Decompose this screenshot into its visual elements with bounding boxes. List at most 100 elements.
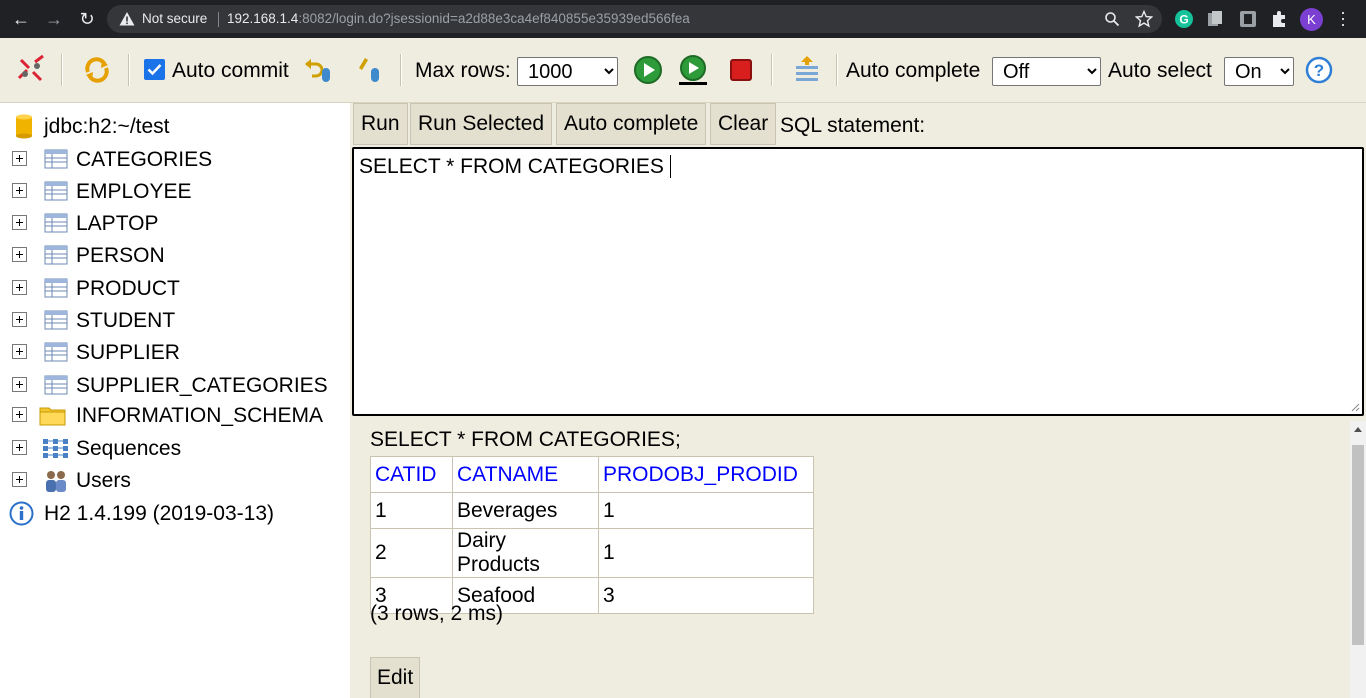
auto-commit-label: Auto commit [172,59,289,82]
users-icon [46,471,66,492]
info-icon [9,501,34,526]
table-icon [44,375,68,395]
expand-icon[interactable] [12,215,27,230]
text-cursor: ​ [669,155,671,178]
column-header[interactable]: PRODOBJ_PRODID [598,456,814,493]
tree-sequences[interactable]: Sequences [0,433,350,463]
h2-toolbar: Auto commit Max rows: 1000 Auto complete… [0,38,1366,103]
table-cell: 2 [370,528,453,578]
bookmark-star-icon[interactable] [1135,10,1153,28]
version-label: H2 1.4.199 (2019-03-13) [44,502,274,525]
refresh-icon[interactable] [81,54,113,86]
tree-table-employee[interactable]: EMPLOYEE [0,176,350,206]
expand-icon[interactable] [12,247,27,262]
grammarly-icon[interactable]: G [1174,9,1194,29]
result-scrollbar[interactable] [1350,421,1366,698]
stop-icon[interactable] [725,54,757,86]
tree-information-schema[interactable]: INFORMATION_SCHEMA [0,400,350,430]
auto-complete-select[interactable]: Off [992,57,1101,86]
auto-complete-button[interactable]: Auto complete [556,103,707,145]
column-header[interactable]: CATID [370,456,453,493]
commit-icon[interactable] [355,54,387,86]
back-icon[interactable]: ← [10,8,32,30]
table-icon [44,213,68,233]
tree-users[interactable]: Users [0,465,350,495]
folder-icon [39,407,66,426]
tree-table-supplier[interactable]: SUPPLIER [0,337,350,367]
expand-icon[interactable] [12,407,27,422]
auto-select-select[interactable]: On [1224,57,1294,86]
max-rows-select[interactable]: 1000 [517,57,618,86]
column-header[interactable]: CATNAME [452,456,599,493]
resize-grip-icon[interactable] [1350,402,1360,412]
run-selected-button[interactable]: Run Selected [410,103,553,145]
expand-icon[interactable] [12,472,27,487]
scrollbar-thumb[interactable] [1352,445,1364,645]
expand-icon[interactable] [12,183,27,198]
browser-menu-icon[interactable]: · · · [1337,3,1349,33]
help-icon[interactable]: ? [1303,54,1335,86]
table-cell: 1 [598,492,814,529]
tree-table-product[interactable]: PRODUCT [0,273,350,303]
run-icon[interactable] [632,54,664,86]
tree-version: H2 1.4.199 (2019-03-13) [0,498,350,528]
tree-table-categories[interactable]: CATEGORIES [0,144,350,174]
expand-icon[interactable] [12,151,27,166]
users-label: Users [76,469,131,492]
table-label: CATEGORIES [76,148,213,171]
clear-button[interactable]: Clear [710,103,777,145]
table-label: SUPPLIER [76,341,180,364]
tree-table-supplier-categories[interactable]: SUPPLIER_CATEGORIES [0,370,350,400]
scroll-up-icon[interactable] [1354,427,1362,432]
tree-table-student[interactable]: STUDENT [0,305,350,335]
table-icon [44,181,68,201]
warning-icon [119,12,135,26]
schema-label: INFORMATION_SCHEMA [76,404,323,427]
address-bar[interactable]: Not secure 192.168.1.4:8082/login.do?jse… [107,5,1162,33]
svg-text:G: G [1179,13,1188,27]
table-icon [44,342,68,362]
sql-text: SELECT * FROM CATEGORIES [359,155,670,178]
sequences-label: Sequences [76,437,182,460]
run-selected-icon[interactable] [677,54,709,86]
expand-icon[interactable] [12,440,27,455]
extensions-puzzle-icon[interactable] [1269,9,1289,29]
expand-icon[interactable] [12,312,27,327]
query-pane: Run Run Selected Auto complete Clear SQL… [350,103,1366,698]
url-text[interactable]: 192.168.1.4:8082/login.do?jsessionid=a2d… [227,11,690,26]
expand-icon[interactable] [12,377,27,392]
zoom-icon[interactable] [1104,11,1120,27]
sql-statement-label: SQL statement: [780,114,926,137]
result-statement: SELECT * FROM CATEGORIES; [370,428,681,451]
table-label: SUPPLIER_CATEGORIES [76,374,328,397]
history-icon[interactable] [791,54,823,86]
browser-chrome: ← → ↻ Not secure 192.168.1.4:8082/login.… [0,0,1366,38]
table-cell: 3 [598,577,814,614]
result-table: CATID CATNAME PRODOBJ_PRODID 1 Beverages… [370,456,814,614]
tree-table-laptop[interactable]: LAPTOP [0,208,350,238]
sql-editor[interactable]: SELECT * FROM CATEGORIES ​ [352,147,1364,416]
max-rows-label: Max rows: [415,59,511,82]
svg-text:?: ? [1314,61,1324,80]
table-cell: Beverages [452,492,599,529]
disconnect-icon[interactable] [15,54,47,86]
sequences-icon [43,439,68,458]
table-row: 2 Dairy Products 1 [370,528,814,578]
extension-docs-icon[interactable] [1205,9,1225,29]
edit-button[interactable]: Edit [370,657,421,698]
profile-avatar[interactable]: K [1300,8,1323,31]
table-cell: 1 [598,528,814,578]
forward-icon[interactable]: → [43,8,65,30]
table-label: EMPLOYEE [76,180,192,203]
auto-commit-checkbox[interactable] [144,59,165,80]
tree-connection[interactable]: jdbc:h2:~/test [0,111,350,141]
not-secure-label: Not secure [142,11,208,26]
result-info: (3 rows, 2 ms) [370,602,504,625]
expand-icon[interactable] [12,344,27,359]
reload-icon[interactable]: ↻ [76,8,98,30]
run-button[interactable]: Run [353,103,408,145]
tree-table-person[interactable]: PERSON [0,240,350,270]
rollback-icon[interactable] [302,54,334,86]
extension-reader-icon[interactable] [1238,9,1258,29]
expand-icon[interactable] [12,280,27,295]
